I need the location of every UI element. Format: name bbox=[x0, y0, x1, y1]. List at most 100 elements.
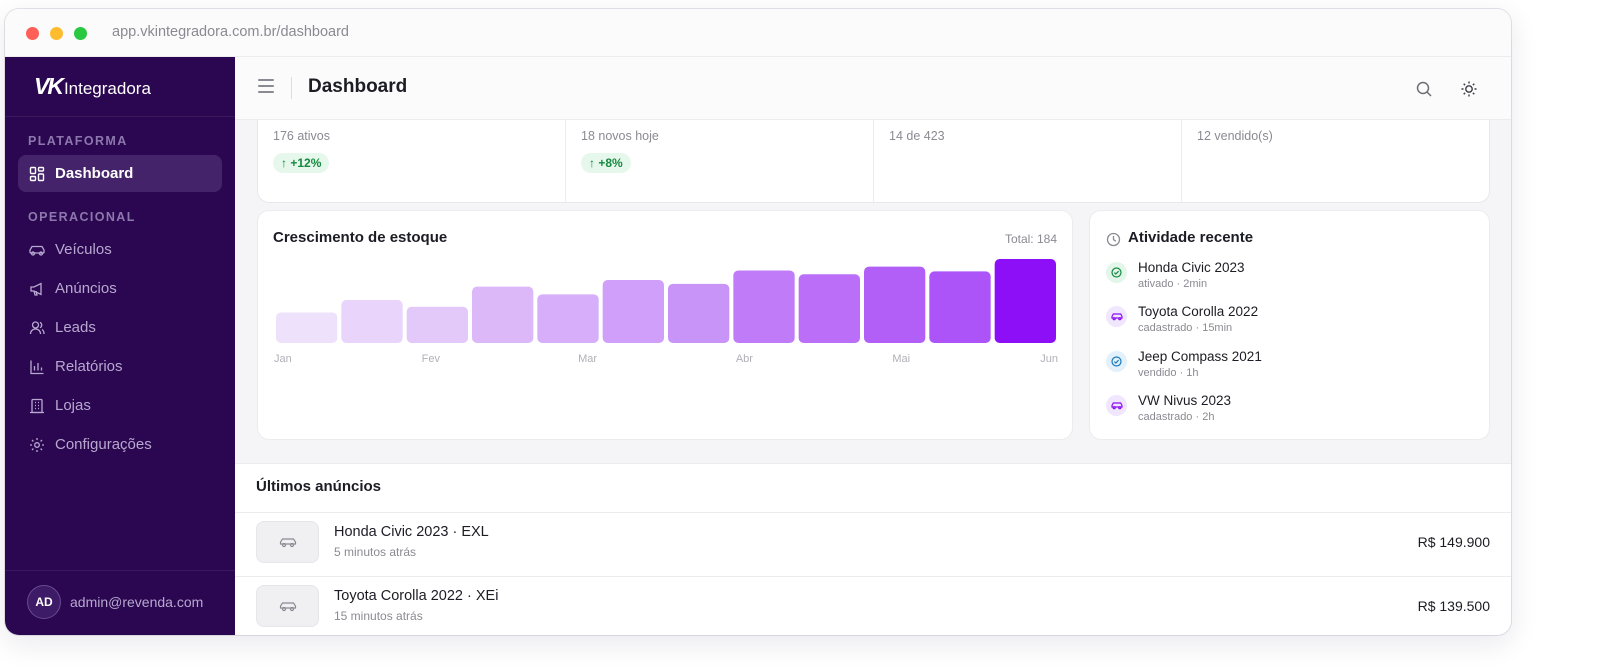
sidebar-divider bbox=[5, 570, 235, 571]
sidebar-item-label: Relatórios bbox=[55, 358, 123, 375]
chart-bar[interactable] bbox=[733, 270, 795, 343]
sidebar-item-label: Dashboard bbox=[55, 165, 134, 182]
close-window-dot[interactable] bbox=[26, 27, 39, 40]
logo-mark: VK bbox=[34, 73, 64, 99]
chart-bar[interactable] bbox=[406, 306, 468, 343]
sun-icon[interactable] bbox=[1458, 78, 1480, 100]
sidebar-item-lojas[interactable]: Lojas bbox=[18, 387, 222, 424]
maximize-window-dot[interactable] bbox=[74, 27, 87, 40]
listing-time: 15 minutos atrás bbox=[334, 609, 423, 623]
chart-bar[interactable] bbox=[668, 283, 730, 343]
stat-card[interactable]: 18 novos hoje ↑ +8% bbox=[566, 120, 874, 202]
activity-item[interactable]: Honda Civic 2023 ativado · 2min bbox=[1106, 260, 1476, 296]
sidebar-item-anuncios[interactable]: Anúncios bbox=[18, 270, 222, 307]
clock-icon bbox=[1106, 232, 1121, 252]
sidebar-item-dashboard[interactable]: Dashboard bbox=[18, 155, 222, 192]
activity-name: VW Nivus 2023 bbox=[1138, 393, 1232, 408]
latest-listings: Últimos anúncios Honda Civic 2023 · EXL … bbox=[235, 463, 1511, 635]
chart-bar[interactable] bbox=[537, 294, 599, 343]
activity-item[interactable]: Toyota Corolla 2022 cadastrado · 15min bbox=[1106, 304, 1476, 340]
activity-item[interactable]: Jeep Compass 2021 vendido · 1h bbox=[1106, 349, 1476, 385]
car-icon bbox=[256, 521, 319, 563]
megaphone-icon bbox=[28, 280, 46, 298]
header-divider bbox=[291, 77, 292, 99]
dashboard-grid-icon bbox=[28, 165, 46, 183]
chart-bar[interactable] bbox=[994, 259, 1056, 343]
stat-card[interactable]: 12 vendido(s) bbox=[1182, 120, 1489, 202]
search-icon[interactable] bbox=[1413, 78, 1435, 100]
user-profile[interactable]: AD admin@revenda.com bbox=[27, 585, 203, 619]
check-circle-icon bbox=[1106, 262, 1127, 283]
activity-meta: ativado · 2min bbox=[1138, 278, 1208, 290]
chart-bar[interactable] bbox=[864, 266, 926, 343]
x-tick-label: Fev bbox=[422, 353, 441, 365]
list-divider bbox=[235, 512, 1511, 513]
activity-title: Atividade recente bbox=[1128, 229, 1254, 246]
chart-bar[interactable] bbox=[472, 286, 534, 343]
sidebar: VK Integradora PLATAFORMA Dashboard OPER… bbox=[5, 57, 235, 635]
activity-name: Honda Civic 2023 bbox=[1138, 260, 1245, 275]
chart-bar[interactable] bbox=[929, 271, 991, 343]
gear-icon bbox=[28, 436, 46, 454]
avatar: AD bbox=[27, 585, 61, 619]
activity-name: Jeep Compass 2021 bbox=[1138, 349, 1262, 364]
user-email: admin@revenda.com bbox=[70, 594, 204, 610]
stat-card[interactable]: 176 ativos ↑ +12% bbox=[258, 120, 566, 202]
page-title: Dashboard bbox=[308, 76, 408, 97]
listing-price: R$ 139.500 bbox=[1417, 598, 1490, 614]
trend-badge: ↑ +8% bbox=[581, 153, 631, 173]
brand-logo[interactable]: VK Integradora bbox=[34, 73, 151, 103]
x-tick-label: Jun bbox=[1040, 353, 1058, 365]
car-icon bbox=[1106, 306, 1127, 327]
activity-meta: cadastrado · 15min bbox=[1138, 322, 1233, 334]
users-icon bbox=[28, 319, 46, 337]
chart-bar[interactable] bbox=[341, 300, 403, 343]
list-divider bbox=[235, 576, 1511, 577]
logo-name: Integradora bbox=[63, 79, 151, 98]
sidebar-item-label: Lojas bbox=[55, 397, 91, 414]
activity-meta: vendido · 1h bbox=[1138, 367, 1199, 379]
building-icon bbox=[28, 397, 46, 415]
trend-badge: ↑ +12% bbox=[273, 153, 330, 173]
car-icon bbox=[1106, 395, 1127, 416]
section-label-operacional: OPERACIONAL bbox=[28, 210, 136, 224]
x-tick-label: Abr bbox=[736, 353, 753, 365]
activity-item[interactable]: VW Nivus 2023 cadastrado · 2h bbox=[1106, 393, 1476, 429]
listing-title: Toyota Corolla 2022 · XEi bbox=[334, 588, 499, 604]
bar-chart: Jan Fev Mar Abr Mai Jun bbox=[274, 259, 1058, 365]
sidebar-item-configuracoes[interactable]: Configurações bbox=[18, 426, 222, 463]
sidebar-item-label: Leads bbox=[55, 319, 96, 336]
chart-bar[interactable] bbox=[276, 312, 338, 343]
stat-subtext: 18 novos hoje bbox=[581, 129, 659, 143]
stat-subtext: 176 ativos bbox=[273, 129, 330, 143]
stats-row: 176 ativos ↑ +12% 18 novos hoje ↑ +8% 14… bbox=[257, 120, 1490, 203]
x-tick-label: Mar bbox=[578, 353, 597, 365]
section-label-plataforma: PLATAFORMA bbox=[28, 134, 128, 148]
menu-toggle-button[interactable] bbox=[258, 79, 274, 93]
sidebar-item-label: Anúncios bbox=[55, 280, 117, 297]
listing-title: Honda Civic 2023 · EXL bbox=[334, 524, 489, 540]
minimize-window-dot[interactable] bbox=[50, 27, 63, 40]
stat-subtext: 14 de 423 bbox=[889, 129, 945, 143]
stock-growth-chart-card: Crescimento de estoque Total: 184 Jan Fev… bbox=[257, 210, 1073, 440]
address-bar[interactable]: app.vkintegradora.com.br/dashboard bbox=[112, 24, 349, 40]
stat-card[interactable]: 14 de 423 bbox=[874, 120, 1182, 202]
bar-chart-icon bbox=[28, 358, 46, 376]
browser-titlebar: app.vkintegradora.com.br/dashboard bbox=[5, 9, 1511, 57]
x-tick-label: Jan bbox=[274, 353, 292, 365]
top-header: Dashboard bbox=[235, 57, 1511, 120]
chart-bar[interactable] bbox=[602, 280, 664, 343]
sidebar-item-relatorios[interactable]: Relatórios bbox=[18, 348, 222, 385]
check-circle-icon bbox=[1106, 351, 1127, 372]
car-icon bbox=[28, 241, 46, 259]
listing-time: 5 minutos atrás bbox=[334, 545, 417, 559]
sidebar-item-label: Configurações bbox=[55, 436, 152, 453]
listing-row[interactable]: Toyota Corolla 2022 · XEi 15 minutos atr… bbox=[235, 578, 1511, 635]
chart-bar[interactable] bbox=[798, 274, 860, 343]
listing-row[interactable]: Honda Civic 2023 · EXL 5 minutos atrás R… bbox=[235, 514, 1511, 577]
sidebar-item-leads[interactable]: Leads bbox=[18, 309, 222, 346]
x-tick-label: Mai bbox=[892, 353, 910, 365]
sidebar-item-veiculos[interactable]: Veículos bbox=[18, 231, 222, 268]
app-window: app.vkintegradora.com.br/dashboard VK In… bbox=[5, 9, 1511, 635]
sidebar-item-label: Veículos bbox=[55, 241, 112, 258]
